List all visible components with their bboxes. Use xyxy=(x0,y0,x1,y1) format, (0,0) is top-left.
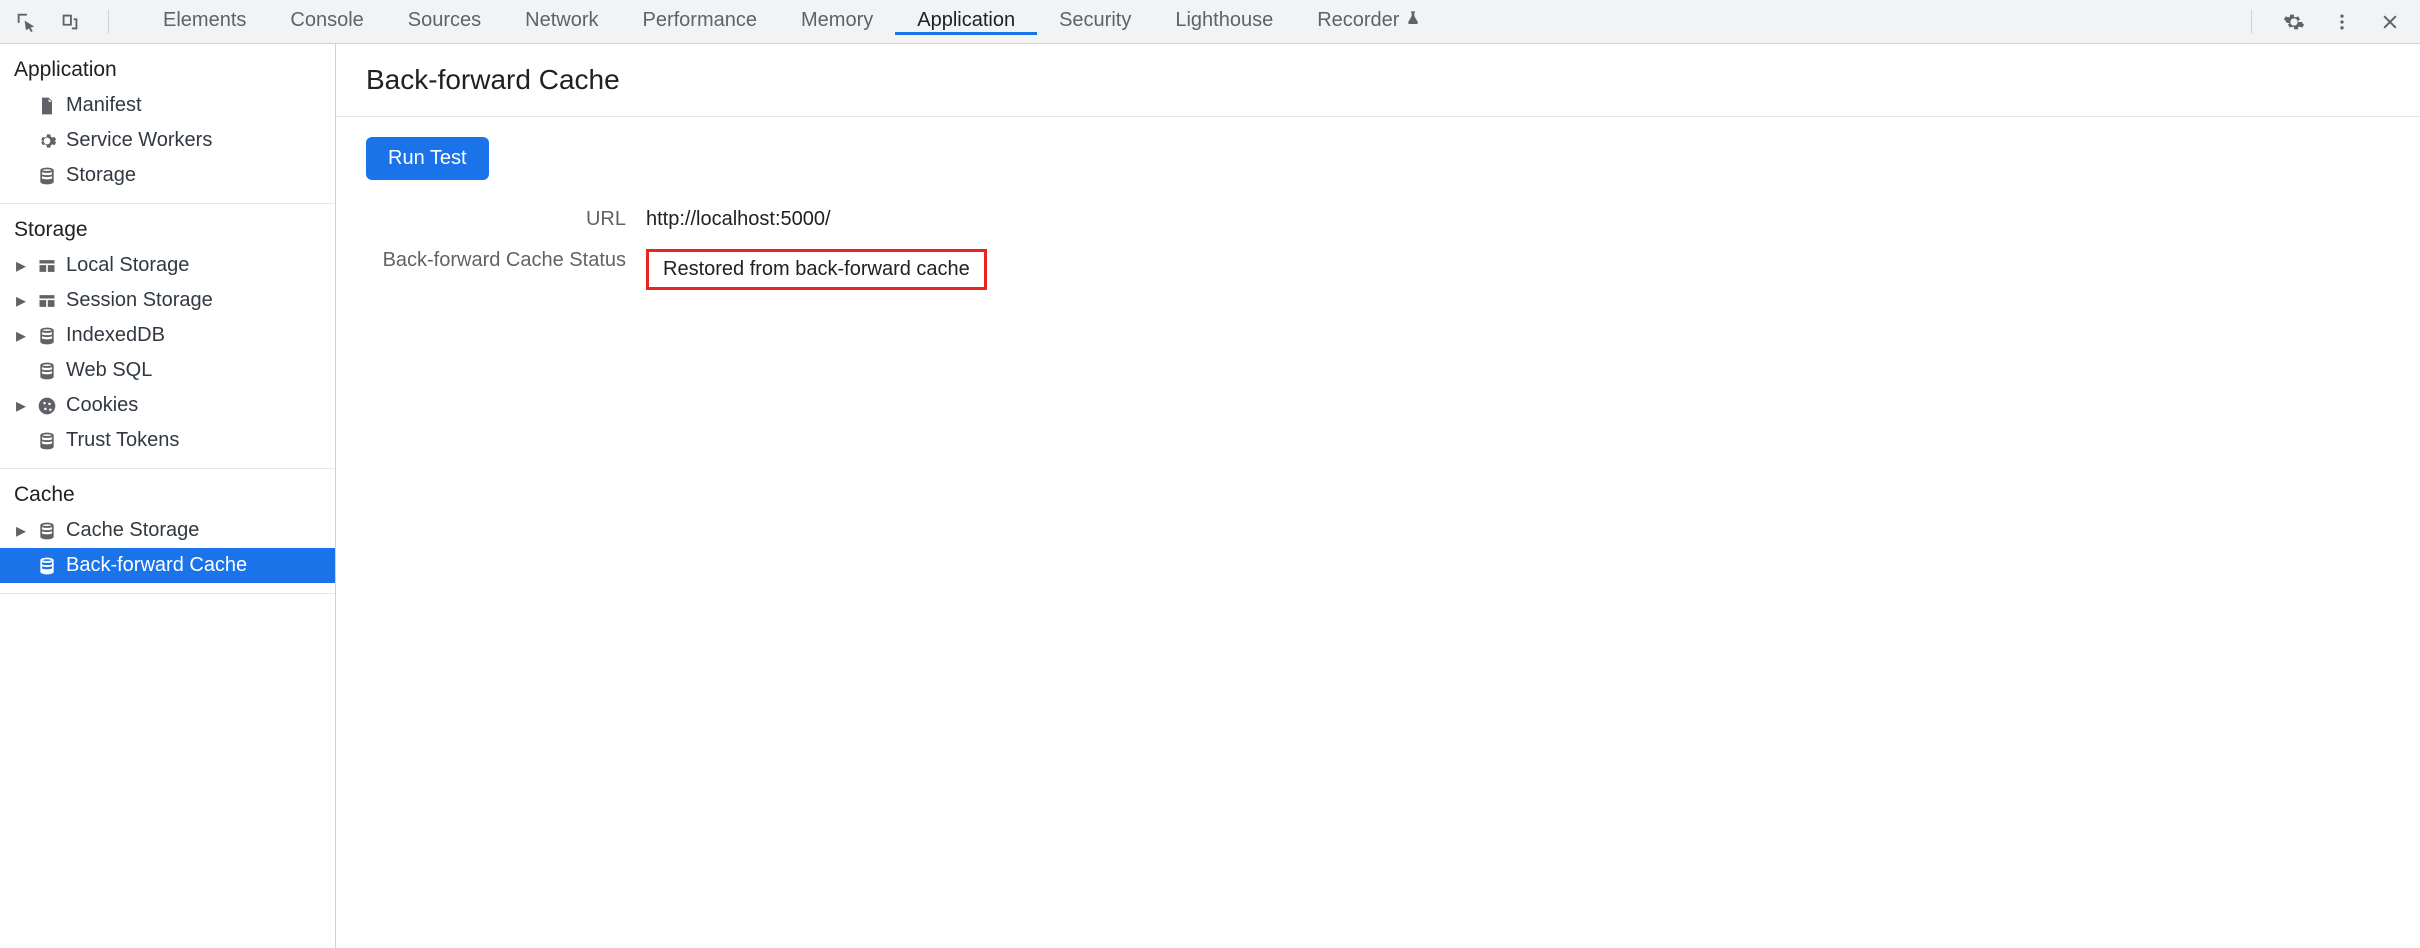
sidebar-item-service-workers[interactable]: ▸Service Workers xyxy=(0,123,335,158)
sidebar-item-label: Trust Tokens xyxy=(66,429,179,452)
sidebar-item-label: Local Storage xyxy=(66,254,189,277)
tab-strip: ElementsConsoleSourcesNetworkPerformance… xyxy=(141,9,1443,35)
tab-network[interactable]: Network xyxy=(503,9,620,35)
body: Application▸Manifest▸Service Workers▸Sto… xyxy=(0,44,2420,948)
page-title: Back-forward Cache xyxy=(366,64,2390,96)
sidebar-item-cookies[interactable]: ▸ Cookies xyxy=(0,388,335,423)
db-icon xyxy=(36,555,58,577)
main-body: Run Test URL http://localhost:5000/ Back… xyxy=(336,117,2420,310)
tab-lighthouse[interactable]: Lighthouse xyxy=(1153,9,1295,35)
sidebar-item-manifest[interactable]: ▸Manifest xyxy=(0,88,335,123)
sidebar-item-label: Web SQL xyxy=(66,359,152,382)
sidebar-item-indexeddb[interactable]: ▸ IndexedDB xyxy=(0,318,335,353)
kv-grid: URL http://localhost:5000/ Back-forward … xyxy=(366,208,2390,290)
tab-security[interactable]: Security xyxy=(1037,9,1153,35)
gear-icon xyxy=(36,130,58,152)
sidebar-item-session-storage[interactable]: ▸ Session Storage xyxy=(0,283,335,318)
sidebar-item-cache-storage[interactable]: ▸ Cache Storage xyxy=(0,513,335,548)
url-value: http://localhost:5000/ xyxy=(646,208,2390,231)
sidebar-item-label: Service Workers xyxy=(66,129,212,152)
toolbar-separator xyxy=(2251,10,2252,34)
db-icon xyxy=(36,325,58,347)
chevron-right-icon[interactable]: ▸ xyxy=(14,288,28,313)
more-icon[interactable] xyxy=(2328,8,2356,36)
tab-recorder[interactable]: Recorder xyxy=(1295,9,1443,35)
sidebar-item-storage[interactable]: ▸Storage xyxy=(0,158,335,193)
inspect-icon[interactable] xyxy=(12,8,40,36)
status-value: Restored from back-forward cache xyxy=(646,249,2390,290)
cookie-icon xyxy=(36,395,58,417)
sidebar-item-label: Cache Storage xyxy=(66,519,199,542)
sidebar-item-label: Cookies xyxy=(66,394,138,417)
toolbar-right xyxy=(2243,8,2412,36)
sidebar-item-label: Session Storage xyxy=(66,289,213,312)
sidebar-item-label: Back-forward Cache xyxy=(66,554,247,577)
chevron-right-icon[interactable]: ▸ xyxy=(14,393,28,418)
sidebar-item-label: IndexedDB xyxy=(66,324,165,347)
device-toggle-icon[interactable] xyxy=(56,8,84,36)
gear-icon[interactable] xyxy=(2280,8,2308,36)
sidebar-group-storage: Storage xyxy=(0,204,335,248)
toolbar-left: ElementsConsoleSourcesNetworkPerformance… xyxy=(8,8,1443,36)
sidebar-item-label: Manifest xyxy=(66,94,142,117)
tab-performance[interactable]: Performance xyxy=(621,9,780,35)
status-highlight: Restored from back-forward cache xyxy=(646,249,987,290)
db-icon xyxy=(36,430,58,452)
application-sidebar: Application▸Manifest▸Service Workers▸Sto… xyxy=(0,44,336,948)
tab-application[interactable]: Application xyxy=(895,9,1037,35)
db-icon xyxy=(36,360,58,382)
run-test-button[interactable]: Run Test xyxy=(366,137,489,180)
status-label: Back-forward Cache Status xyxy=(366,249,626,272)
divider xyxy=(0,593,335,594)
db-icon xyxy=(36,165,58,187)
sidebar-item-web-sql[interactable]: ▸Web SQL xyxy=(0,353,335,388)
chevron-right-icon[interactable]: ▸ xyxy=(14,323,28,348)
tab-console[interactable]: Console xyxy=(268,9,385,35)
tab-memory[interactable]: Memory xyxy=(779,9,895,35)
tab-sources[interactable]: Sources xyxy=(386,9,503,35)
tab-elements[interactable]: Elements xyxy=(141,9,268,35)
main-header: Back-forward Cache xyxy=(336,44,2420,116)
chevron-right-icon[interactable]: ▸ xyxy=(14,518,28,543)
toolbar-separator xyxy=(108,10,109,34)
close-icon[interactable] xyxy=(2376,8,2404,36)
file-icon xyxy=(36,95,58,117)
db-icon xyxy=(36,520,58,542)
devtools-toolbar: ElementsConsoleSourcesNetworkPerformance… xyxy=(0,0,2420,44)
table-icon xyxy=(36,290,58,312)
sidebar-item-trust-tokens[interactable]: ▸Trust Tokens xyxy=(0,423,335,458)
main-panel: Back-forward Cache Run Test URL http://l… xyxy=(336,44,2420,948)
sidebar-group-cache: Cache xyxy=(0,469,335,513)
table-icon xyxy=(36,255,58,277)
beaker-icon xyxy=(1405,9,1421,32)
chevron-right-icon[interactable]: ▸ xyxy=(14,253,28,278)
url-label: URL xyxy=(366,208,626,231)
sidebar-item-label: Storage xyxy=(66,164,136,187)
sidebar-item-local-storage[interactable]: ▸ Local Storage xyxy=(0,248,335,283)
sidebar-item-back-forward-cache[interactable]: ▸Back-forward Cache xyxy=(0,548,335,583)
sidebar-group-application: Application xyxy=(0,44,335,88)
